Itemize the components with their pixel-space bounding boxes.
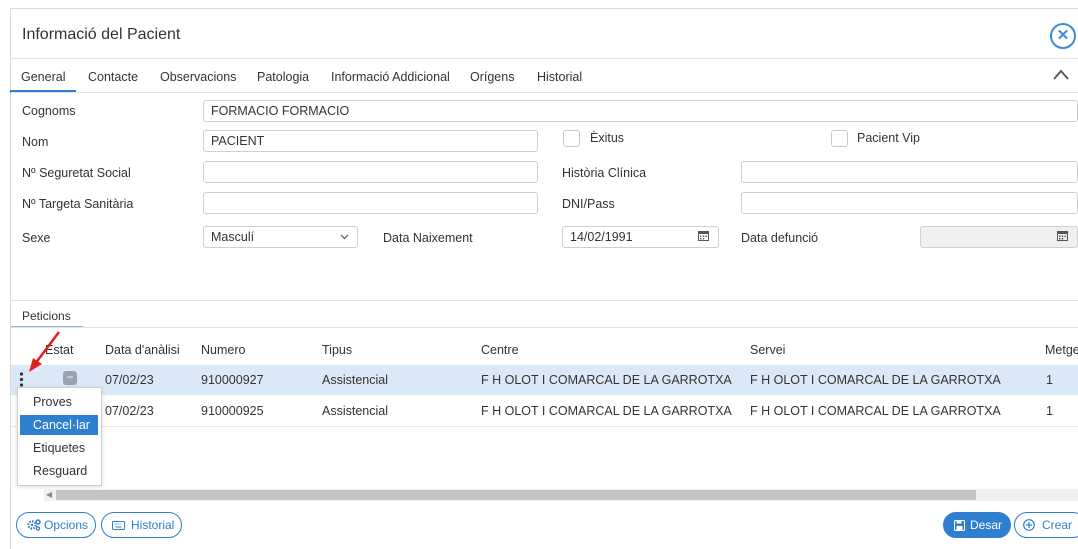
cell-numero: 910000927 [201, 373, 264, 387]
scroll-left-icon[interactable]: ◀ [46, 490, 52, 499]
dni-input[interactable] [741, 192, 1078, 214]
more-vertical-icon[interactable] [19, 372, 24, 387]
historial-button[interactable]: Historial [101, 512, 182, 538]
crear-button[interactable]: Crear [1014, 512, 1078, 538]
defuncio-input [920, 226, 1078, 248]
tab-historial[interactable]: Historial [537, 70, 582, 84]
tab-observacions[interactable]: Observacions [160, 70, 236, 84]
calendar-icon [1057, 231, 1068, 241]
row-context-menu: Proves Cancel·lar Etiquetes Resguard [17, 387, 102, 486]
save-icon [954, 520, 965, 531]
nss-label: Nº Seguretat Social [22, 166, 131, 180]
sexe-select[interactable]: Masculí [203, 226, 358, 248]
col-header-numero[interactable]: Numero [201, 343, 245, 357]
tabs-divider [11, 92, 1078, 93]
cell-data: 07/02/23 [105, 373, 154, 387]
cognoms-label: Cognoms [22, 104, 76, 118]
cell-tipus: Assistencial [322, 404, 388, 418]
gears-icon [27, 519, 41, 531]
historia-label: Història Clínica [562, 166, 647, 180]
opcions-button[interactable]: Opcions [16, 512, 96, 538]
nss-input[interactable] [203, 161, 538, 183]
cognoms-input[interactable]: FORMACIO FORMACIO [203, 100, 1078, 122]
chevron-down-icon [340, 234, 349, 240]
sexe-label: Sexe [22, 231, 51, 245]
table-row[interactable]: 07/02/23 910000925 Assistencial F H OLOT… [11, 396, 1078, 427]
desar-button[interactable]: Desar [943, 512, 1011, 538]
naixement-label: Data Naixement [383, 231, 473, 245]
naixement-input[interactable]: 14/02/1991 [562, 226, 719, 248]
menu-item-proves[interactable]: Proves [20, 392, 98, 412]
col-header-metge[interactable]: Metge [1045, 343, 1078, 357]
tab-contacte[interactable]: Contacte [88, 70, 138, 84]
cell-metge: 1 [1046, 373, 1053, 387]
crear-label: Crear [1042, 518, 1073, 532]
exitus-label: Èxitus [590, 131, 625, 145]
targeta-input[interactable] [203, 192, 538, 214]
cell-numero: 910000925 [201, 404, 264, 418]
annotation-arrow-icon [29, 331, 60, 372]
calendar-icon[interactable] [698, 230, 709, 241]
col-header-tipus[interactable]: Tipus [322, 343, 352, 357]
exitus-checkbox[interactable] [563, 130, 580, 147]
tab-patologia[interactable]: Patologia [257, 70, 309, 84]
nom-label: Nom [22, 135, 49, 149]
defuncio-label: Data defunció [741, 231, 819, 245]
tab-origens[interactable]: Orígens [470, 70, 514, 84]
cell-servei: F H OLOT I COMARCAL DE LA GARROTXA [750, 373, 1001, 387]
dialog-title: Informació del Pacient [22, 26, 181, 43]
table-row[interactable]: 07/02/23 910000927 Assistencial F H OLOT… [11, 365, 1078, 395]
chevron-up-icon[interactable] [1052, 66, 1070, 84]
historia-input[interactable] [741, 161, 1078, 183]
menu-item-cancellar[interactable]: Cancel·lar [20, 415, 98, 435]
vip-label: Pacient Vip [857, 131, 921, 145]
opcions-label: Opcions [44, 518, 89, 532]
dialog-frame [10, 8, 1078, 549]
header-divider [11, 58, 1078, 59]
close-icon[interactable]: ✕ [1050, 23, 1076, 49]
peticions-divider [11, 327, 1078, 328]
tab-general[interactable]: General [21, 70, 65, 84]
col-header-centre[interactable]: Centre [481, 343, 519, 357]
tab-informacio-addicional[interactable]: Informació Addicional [331, 70, 450, 84]
cell-centre: F H OLOT I COMARCAL DE LA GARROTXA [481, 404, 732, 418]
col-header-data[interactable]: Data d'anàlisi [105, 343, 180, 357]
dni-label: DNI/Pass [562, 197, 615, 211]
cell-centre: F H OLOT I COMARCAL DE LA GARROTXA [481, 373, 732, 387]
section-divider [11, 300, 1078, 301]
status-minus-icon[interactable]: − [63, 371, 77, 385]
cell-data: 07/02/23 [105, 404, 154, 418]
cell-tipus: Assistencial [322, 373, 388, 387]
cell-metge: 1 [1046, 404, 1053, 418]
tab-peticions[interactable]: Peticions [22, 309, 71, 323]
menu-item-etiquetes[interactable]: Etiquetes [20, 438, 98, 458]
vip-checkbox[interactable] [831, 130, 848, 147]
col-header-servei[interactable]: Servei [750, 343, 785, 357]
menu-item-resguard[interactable]: Resguard [20, 461, 98, 481]
desar-label: Desar [970, 518, 1003, 532]
targeta-label: Nº Targeta Sanitària [22, 197, 134, 211]
sexe-value: Masculí [211, 230, 255, 244]
keyboard-icon [112, 521, 125, 530]
nom-input[interactable]: PACIENT [203, 130, 538, 152]
plus-circle-icon [1023, 519, 1035, 531]
historial-label: Historial [131, 518, 175, 532]
scrollbar-thumb[interactable] [56, 490, 976, 500]
cell-servei: F H OLOT I COMARCAL DE LA GARROTXA [750, 404, 1001, 418]
